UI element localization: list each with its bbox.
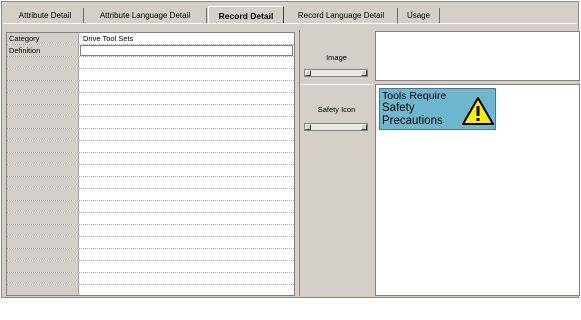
grid-value[interactable] (80, 105, 294, 116)
grid-label (7, 165, 79, 176)
safety-sign-image: Tools Require Safety Precautions (379, 88, 496, 130)
grid-label (7, 249, 79, 260)
image-caption: Image (326, 53, 347, 62)
grid-value[interactable] (80, 213, 294, 224)
grid-label (7, 213, 79, 224)
safety-icon-box[interactable]: Tools Require Safety Precautions (375, 84, 580, 296)
separator (300, 84, 373, 85)
tab-record-detail[interactable]: Record Detail (208, 6, 284, 24)
tab-attribute-language-detail[interactable]: Attribute Language Detail (84, 8, 207, 23)
grid-row-definition[interactable]: Definition (7, 45, 294, 57)
grid-row-empty[interactable] (7, 249, 294, 261)
grid-label (7, 237, 79, 248)
category-value[interactable]: Drive Tool Sets (80, 33, 294, 44)
grid-row-empty[interactable] (7, 93, 294, 105)
grid-value[interactable] (80, 165, 294, 176)
grid-value[interactable] (80, 189, 294, 200)
grid-row-empty[interactable] (7, 177, 294, 189)
grid-label (7, 273, 79, 284)
safety-icon-caption: Safety Icon (317, 105, 356, 114)
tab-label: Record Language Detail (297, 11, 385, 20)
grid-value[interactable] (80, 69, 294, 80)
tab-label: Attribute Detail (18, 11, 72, 20)
property-grid: Category Drive Tool Sets Definition (6, 32, 295, 296)
grid-row-empty[interactable] (7, 261, 294, 273)
tab-attribute-detail[interactable]: Attribute Detail (7, 8, 84, 23)
grid-value[interactable] (80, 261, 294, 272)
grid-value[interactable] (80, 225, 294, 236)
grid-label: Definition (7, 45, 79, 56)
grid-label (7, 177, 79, 188)
grid-value[interactable] (80, 93, 294, 104)
grid-row-empty[interactable] (7, 273, 294, 285)
grid-row-empty[interactable] (7, 57, 294, 69)
safety-icon-scrollbar[interactable] (304, 123, 368, 131)
grid-value[interactable] (80, 273, 294, 284)
grid-row-empty[interactable] (7, 285, 294, 295)
grid-row-empty[interactable] (7, 201, 294, 213)
image-content-column: Tools Require Safety Precautions (373, 30, 580, 296)
grid-value[interactable] (80, 249, 294, 260)
warning-triangle-icon (462, 97, 494, 125)
definition-field[interactable] (80, 45, 293, 56)
grid-label (7, 141, 79, 152)
sign-text-line3: Precautions (382, 115, 443, 127)
grid-row-empty[interactable] (7, 153, 294, 165)
grid-label (7, 81, 79, 92)
grid-label (7, 225, 79, 236)
grid-value[interactable] (80, 285, 294, 295)
scroll-right-button[interactable] (361, 70, 367, 76)
grid-label (7, 129, 79, 140)
grid-label (7, 93, 79, 104)
grid-row-empty[interactable] (7, 237, 294, 249)
grid-label (7, 153, 79, 164)
grid-value[interactable] (80, 237, 294, 248)
image-box[interactable] (375, 31, 580, 81)
grid-row-empty[interactable] (7, 129, 294, 141)
tab-label: Attribute Language Detail (99, 11, 191, 20)
grid-label (7, 105, 79, 116)
tab-usage[interactable]: Usage (398, 8, 440, 23)
grid-value[interactable] (80, 177, 294, 188)
grid-row-empty[interactable] (7, 165, 294, 177)
grid-row-empty[interactable] (7, 105, 294, 117)
grid-row-empty[interactable] (7, 117, 294, 129)
grid-value[interactable] (80, 141, 294, 152)
image-caption-column: Image Safety Icon (299, 30, 373, 296)
grid-label: Category (7, 33, 79, 44)
scroll-left-button[interactable] (305, 124, 311, 130)
grid-label (7, 69, 79, 80)
grid-row-empty[interactable] (7, 81, 294, 93)
grid-value[interactable] (80, 81, 294, 92)
grid-label (7, 261, 79, 272)
grid-value[interactable] (80, 153, 294, 164)
grid-value[interactable] (80, 117, 294, 128)
image-panel: Image Safety Icon Tools Require Safety P… (299, 30, 580, 296)
grid-label (7, 201, 79, 212)
grid-label (7, 117, 79, 128)
grid-row-empty[interactable] (7, 69, 294, 81)
grid-value[interactable] (80, 57, 294, 68)
grid-row-empty[interactable] (7, 213, 294, 225)
grid-row-category[interactable]: Category Drive Tool Sets (7, 33, 294, 45)
sign-text-line1: Tools Require (382, 90, 447, 102)
grid-row-empty[interactable] (7, 141, 294, 153)
tab-label: Usage (406, 11, 431, 20)
grid-label (7, 189, 79, 200)
grid-row-empty[interactable] (7, 189, 294, 201)
detail-window: Attribute Detail Attribute Language Deta… (1, 1, 580, 298)
grid-value[interactable] (80, 129, 294, 140)
tab-strip: Attribute Detail Attribute Language Deta… (3, 6, 577, 24)
grid-label (7, 285, 79, 295)
scroll-left-button[interactable] (305, 70, 311, 76)
grid-label (7, 57, 79, 68)
sign-text-line2: Safety (382, 102, 415, 114)
scroll-right-button[interactable] (361, 124, 367, 130)
tab-record-language-detail[interactable]: Record Language Detail (285, 8, 398, 23)
tab-baseline (3, 23, 577, 24)
tab-label: Record Detail (218, 10, 274, 21)
grid-row-empty[interactable] (7, 225, 294, 237)
image-scrollbar[interactable] (304, 69, 368, 77)
grid-value[interactable] (80, 201, 294, 212)
